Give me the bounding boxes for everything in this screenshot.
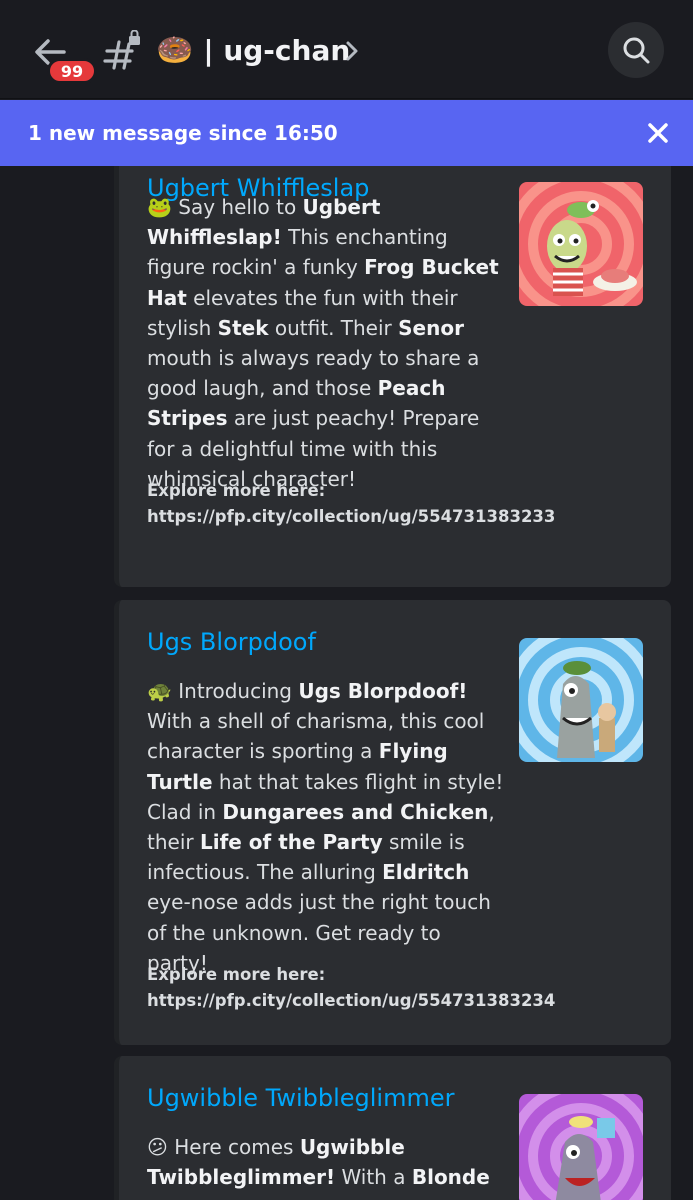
embed-description: 🐸 Say hello to Ugbert Whiffleslap! This …: [147, 192, 507, 494]
embed-thumbnail[interactable]: [519, 182, 643, 306]
desc-bold: Stek: [217, 315, 269, 340]
unread-badge: 99: [47, 58, 97, 84]
emoji: 🐢: [147, 679, 172, 703]
embed-card: Ugwibble Twibbleglimmer 😕 Here comes Ugw…: [114, 1056, 671, 1200]
desc-bold: Life of the Party: [199, 830, 383, 855]
emoji: 🐸: [147, 195, 172, 219]
embed-thumbnail[interactable]: [519, 1094, 643, 1200]
embed-thumbnail[interactable]: [519, 638, 643, 762]
embed-card: Ugs Blorpdoof 🐢 Introducing Ugs Blorpdoo…: [114, 600, 671, 1045]
embed-title-link[interactable]: Ugwibble Twibbleglimmer: [147, 1084, 454, 1112]
desc-text: With a: [335, 1165, 412, 1190]
embed-description: 🐢 Introducing Ugs Blorpdoof! With a shel…: [147, 676, 507, 978]
channel-name: | ug-chan: [203, 33, 351, 67]
desc-text: Here comes: [174, 1135, 300, 1159]
chevron-right-icon[interactable]: [343, 38, 361, 64]
explore-link[interactable]: Explore more here: https://pfp.city/coll…: [147, 962, 587, 1014]
channel-header: 99 🍩 | ug-chan: [0, 0, 693, 99]
message-feed[interactable]: Ugbert Whiffleslap 🐸 Say hello to Ugbert…: [0, 166, 693, 1200]
desc-bold: Senor: [398, 315, 464, 340]
channel-title[interactable]: 🍩 | ug-chan: [156, 28, 350, 72]
close-icon[interactable]: [645, 120, 671, 146]
channel-icon: [102, 29, 142, 70]
desc-bold: Blonde: [411, 1165, 490, 1190]
desc-text: Introducing: [178, 679, 299, 703]
embed-title-link[interactable]: Ugs Blorpdoof: [147, 628, 316, 656]
embed-card: Ugbert Whiffleslap 🐸 Say hello to Ugbert…: [114, 166, 671, 587]
search-button[interactable]: [608, 22, 664, 78]
search-icon: [623, 37, 650, 64]
new-messages-text: 1 new message since 16:50: [28, 121, 338, 145]
text-channel-lock-icon: [103, 29, 140, 70]
embed-description: 😕 Here comes Ugwibble Twibbleglimmer! Wi…: [147, 1132, 507, 1192]
desc-text: Say hello to: [178, 195, 303, 219]
new-messages-banner[interactable]: 1 new message since 16:50: [0, 100, 693, 166]
channel-emoji: 🍩: [156, 32, 194, 68]
emoji: 😕: [147, 1135, 168, 1159]
desc-text: outfit. Their: [268, 315, 399, 340]
desc-bold: Ugs Blorpdoof!: [298, 679, 468, 703]
explore-link[interactable]: Explore more here: https://pfp.city/coll…: [147, 478, 587, 530]
desc-bold: Eldritch: [382, 860, 470, 885]
desc-bold: Dungarees and Chicken: [222, 799, 489, 824]
